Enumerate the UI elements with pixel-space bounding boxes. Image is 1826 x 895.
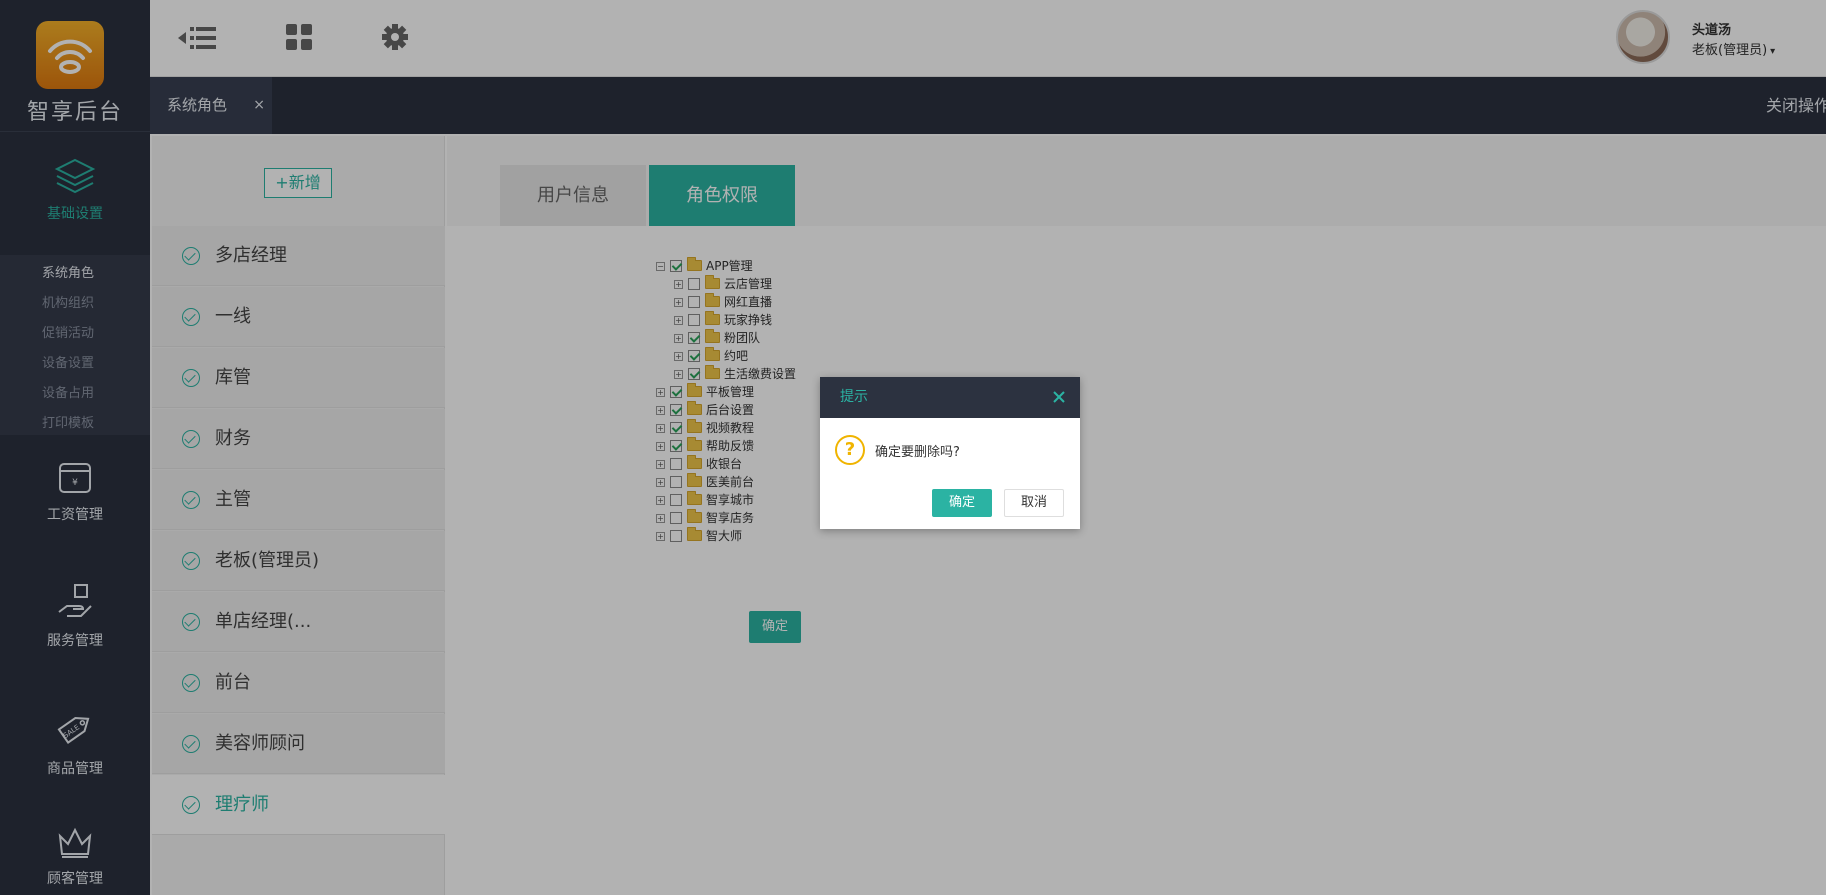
dialog-cancel-button[interactable]: 取消 xyxy=(1004,489,1064,517)
dialog-message: 确定要删除吗? xyxy=(875,445,960,460)
dialog-title: 提示 xyxy=(840,389,868,405)
question-icon: ? xyxy=(835,435,865,465)
close-icon[interactable] xyxy=(1052,390,1066,404)
confirm-dialog: 提示 ? 确定要删除吗? 确定 取消 xyxy=(820,377,1080,529)
dialog-ok-button[interactable]: 确定 xyxy=(932,489,992,517)
dialog-header: 提示 xyxy=(820,377,1080,418)
